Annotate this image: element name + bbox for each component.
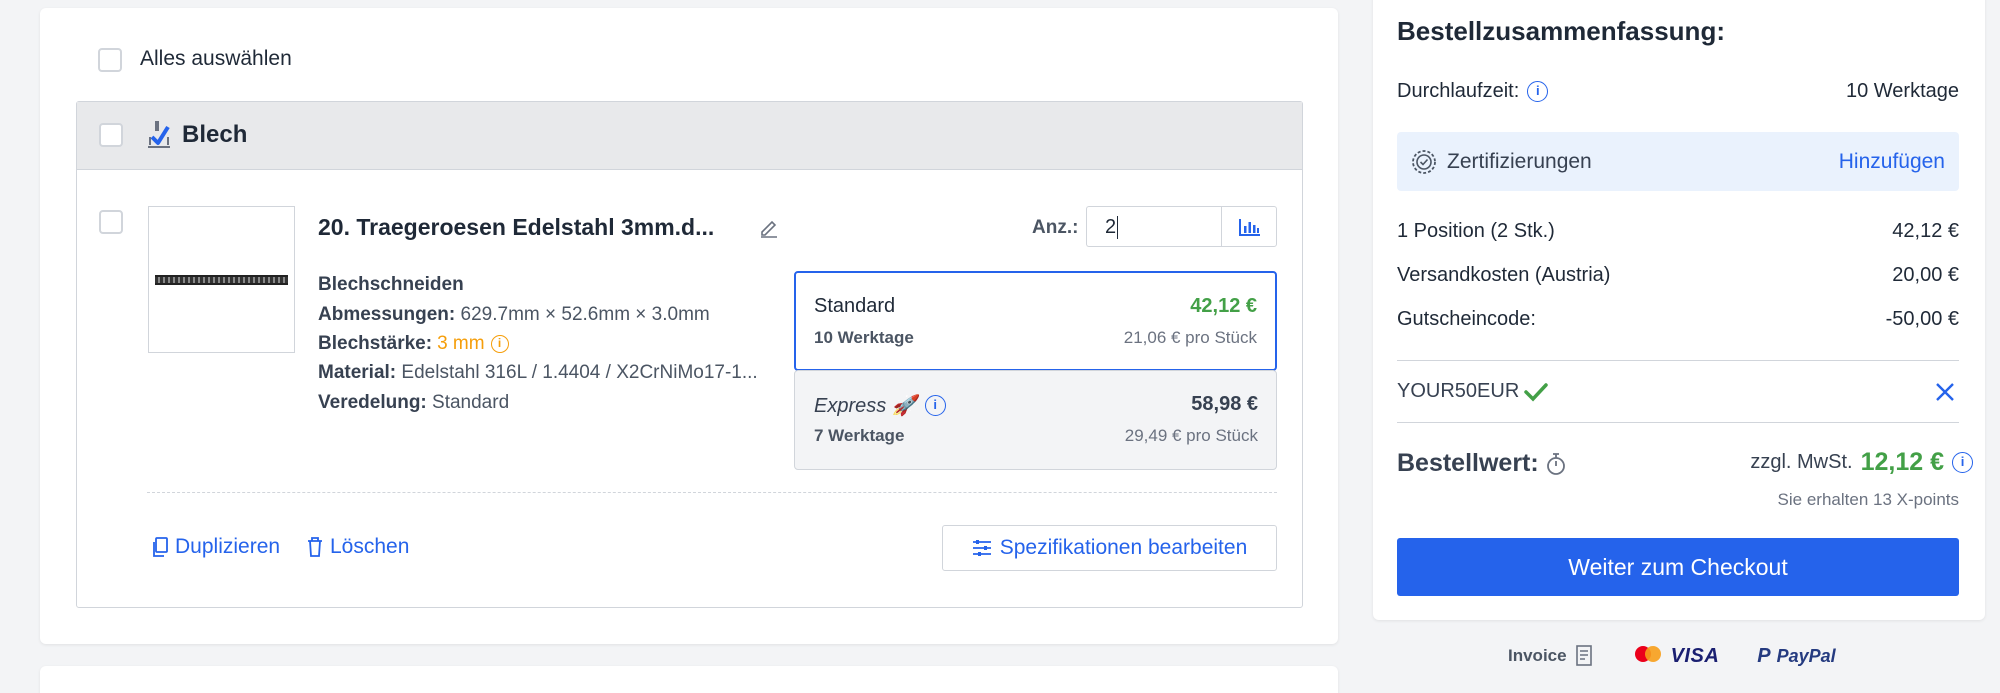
select-all-label: Alles auswählen <box>140 47 292 70</box>
edit-specs-label: Spezifikationen bearbeiten <box>999 536 1248 559</box>
order-total-info-icon[interactable]: i <box>1952 452 1973 473</box>
quantity-input[interactable]: 2 <box>1086 206 1222 247</box>
option-price: 58,98 € <box>1191 393 1258 415</box>
delivery-option-express[interactable]: Express 🚀 i 58,98 € 7 Werktage 29,49 € p… <box>794 370 1277 470</box>
item-divider <box>147 492 1277 493</box>
part-preview-image <box>155 275 288 285</box>
lead-time-value: 10 Werktage <box>1845 80 1959 102</box>
duplicate-label: Duplizieren <box>175 535 281 558</box>
lead-time-row: Durchlaufzeit: i <box>1397 80 1549 103</box>
material-value: Edelstahl 316L / 1.4404 / X2CrNiMo17-1..… <box>401 362 758 383</box>
sliders-icon <box>972 540 991 556</box>
option-unit-price: 21,06 € pro Stück <box>1123 328 1257 347</box>
points-note: Sie erhalten 13 X-points <box>1777 490 1959 509</box>
quantity-label: Anz.: <box>1032 217 1079 238</box>
trash-icon <box>308 537 322 557</box>
coupon-label: Gutscheincode: <box>1397 308 1536 330</box>
option-days: 10 Werktage <box>814 328 914 347</box>
edit-title-icon[interactable] <box>758 216 780 238</box>
group-checkbox[interactable] <box>99 123 123 147</box>
vat-note: zzgl. MwSt. <box>1750 451 1853 473</box>
position-value: 42,12 € <box>1892 220 1959 242</box>
coupon-code-row: YOUR50EUR <box>1397 380 1549 403</box>
paypal-icon: P <box>1757 644 1771 667</box>
visa-logo: VISA <box>1670 644 1720 667</box>
certifications-left: Zertifizierungen <box>1411 149 1592 175</box>
copy-icon <box>153 537 168 557</box>
edit-specs-button[interactable]: Spezifikationen bearbeiten <box>942 525 1277 571</box>
delete-label: Löschen <box>330 535 410 558</box>
summary-divider-1 <box>1397 360 1959 361</box>
order-total-row: zzgl. MwSt. 12,12 € i <box>1750 448 1973 477</box>
order-total: 12,12 € <box>1860 448 1944 476</box>
invoice-label: Invoice <box>1508 646 1567 665</box>
checkout-label: Weiter zum Checkout <box>1568 554 1788 580</box>
option-name: Express 🚀 <box>814 395 917 417</box>
thickness-warning-icon[interactable]: i <box>490 335 509 353</box>
select-all-checkbox[interactable] <box>98 48 122 72</box>
paypal-logo: PayPal <box>1776 645 1836 666</box>
coupon-code: YOUR50EUR <box>1397 380 1520 402</box>
shipping-value: 20,00 € <box>1892 264 1959 286</box>
certifications-label: Zertifizierungen <box>1447 149 1592 173</box>
material-label: Material: <box>318 362 397 383</box>
coupon-value: -50,00 € <box>1885 308 1959 330</box>
certifications-row: Zertifizierungen Hinzufügen <box>1397 132 1959 191</box>
option-name-row: Express 🚀 i <box>814 393 946 418</box>
delivery-option-standard[interactable]: Standard 42,12 € 10 Werktage 21,06 € pro… <box>794 271 1277 371</box>
option-name: Standard <box>814 295 896 317</box>
dimensions-value: 629.7mm × 52.6mm × 3.0mm <box>460 304 710 325</box>
group-title: Blech <box>182 121 248 148</box>
position-label: 1 Position (2 Stk.) <box>1397 220 1555 242</box>
item-material: Material: Edelstahl 316L / 1.4404 / X2Cr… <box>318 362 758 384</box>
lead-time-info-icon[interactable]: i <box>1527 81 1549 102</box>
finish-label: Veredelung: <box>318 392 427 413</box>
item-process: Blechschneiden <box>318 274 464 295</box>
sheet-metal-icon <box>144 119 174 151</box>
item-checkbox[interactable] <box>99 210 123 234</box>
group-header <box>77 102 1302 170</box>
bar-chart-icon <box>1239 219 1260 236</box>
summary-divider-2 <box>1397 422 1959 423</box>
delete-button[interactable]: Löschen <box>306 535 409 559</box>
next-cart-card <box>40 666 1338 693</box>
finish-value: Standard <box>432 392 510 413</box>
option-price: 42,12 € <box>1190 295 1257 317</box>
price-chart-button[interactable] <box>1221 206 1277 247</box>
item-title: 20. Traegeroesen Edelstahl 3mm.d... <box>318 214 715 240</box>
item-finish: Veredelung: Standard <box>318 392 509 414</box>
order-value-label: Bestellwert: <box>1397 449 1539 477</box>
duplicate-button[interactable]: Duplizieren <box>151 535 280 559</box>
option-days: 7 Werktage <box>814 426 905 445</box>
mastercard-icon <box>1634 646 1661 662</box>
quantity-value: 2 <box>1105 216 1119 239</box>
remove-coupon-button[interactable] <box>1934 381 1956 403</box>
shipping-label: Versandkosten (Austria) <box>1397 264 1611 286</box>
item-thickness: Blechstärke: 3 mm i <box>318 333 509 355</box>
timer-icon <box>1546 452 1565 475</box>
option-unit-price: 29,49 € pro Stück <box>1124 426 1258 445</box>
order-value-row: Bestellwert: <box>1397 449 1567 478</box>
dimensions-label: Abmessungen: <box>318 304 456 325</box>
checkout-button[interactable]: Weiter zum Checkout <box>1397 538 1959 596</box>
item-dimensions: Abmessungen: 629.7mm × 52.6mm × 3.0mm <box>318 304 710 326</box>
check-icon <box>1524 382 1549 402</box>
thickness-label: Blechstärke: <box>318 333 433 354</box>
info-icon[interactable]: i <box>924 395 946 416</box>
invoice-icon <box>1575 645 1592 666</box>
close-icon <box>1936 383 1954 401</box>
part-thumbnail[interactable] <box>148 206 295 353</box>
summary-title: Bestellzusammenfassung: <box>1397 16 1725 46</box>
payment-methods: Invoice VISA P PayPal <box>1508 644 1836 668</box>
badge-icon <box>1412 149 1436 174</box>
thickness-value: 3 mm <box>437 333 485 354</box>
add-certification-link[interactable]: Hinzufügen <box>1839 150 1945 174</box>
lead-time-label: Durchlaufzeit: <box>1397 80 1520 102</box>
